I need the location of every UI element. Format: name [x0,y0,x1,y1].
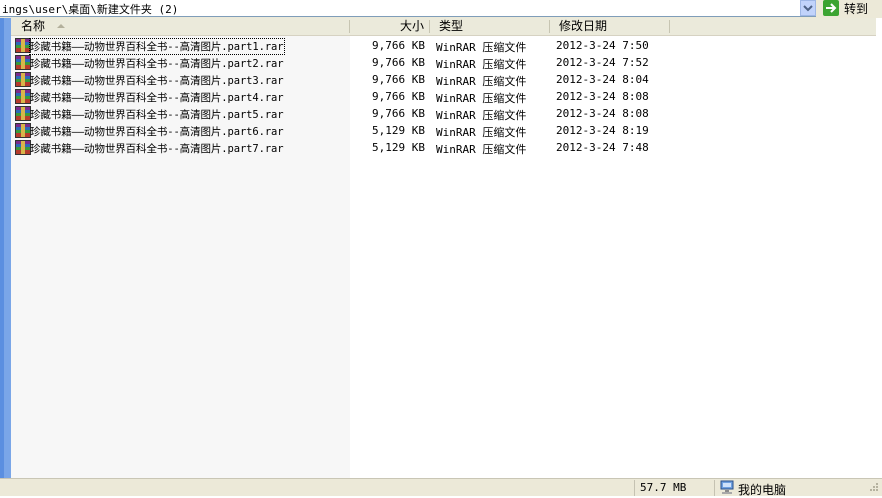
winrar-archive-icon [15,123,31,139]
file-name[interactable]: 珍藏书籍——动物世界百科全书--高清图片.part2.rar [30,56,284,71]
go-button[interactable]: 转到 [820,0,882,17]
file-type: WinRAR 压缩文件 [436,109,527,122]
file-row[interactable]: 珍藏书籍——动物世界百科全书--高清图片.part7.rar 5,129 KB … [11,140,671,157]
status-total-size: 57.7 MB [640,481,687,494]
file-size: 9,766 KB [372,73,425,86]
file-size: 9,766 KB [372,90,425,103]
file-type: WinRAR 压缩文件 [436,75,527,88]
column-divider[interactable] [669,20,670,33]
file-size: 9,766 KB [372,56,425,69]
column-header-modified[interactable]: 修改日期 [559,18,607,35]
file-type: WinRAR 压缩文件 [436,92,527,105]
file-modified: 2012-3-24 8:04 [556,73,649,86]
winrar-archive-icon [15,72,31,88]
column-header-type[interactable]: 类型 [439,18,463,35]
go-arrow-icon [823,0,839,16]
file-modified: 2012-3-24 7:48 [556,141,649,154]
file-name[interactable]: 珍藏书籍——动物世界百科全书--高清图片.part4.rar [30,90,284,105]
my-computer-icon [720,480,734,494]
list-header: 名称 大小 类型 修改日期 [11,18,882,36]
winrar-archive-icon [15,106,31,122]
file-type: WinRAR 压缩文件 [436,58,527,71]
file-row[interactable]: 珍藏书籍——动物世界百科全书--高清图片.part6.rar 5,129 KB … [11,123,671,140]
file-size: 9,766 KB [372,39,425,52]
file-row[interactable]: 珍藏书籍——动物世界百科全书--高清图片.part4.rar 9,766 KB … [11,89,671,106]
file-name[interactable]: 珍藏书籍——动物世界百科全书--高清图片.part6.rar [30,124,284,139]
file-row[interactable]: 珍藏书籍——动物世界百科全书--高清图片.part2.rar 9,766 KB … [11,55,671,72]
winrar-archive-icon [15,38,31,54]
status-location: 我的电脑 [738,483,787,497]
column-divider[interactable] [549,20,550,33]
winrar-archive-icon [15,55,31,71]
file-name[interactable]: 珍藏书籍——动物世界百科全书--高清图片.part5.rar [30,107,284,122]
resize-grip-icon[interactable] [866,481,880,495]
column-header-size[interactable]: 大小 [400,18,424,35]
column-divider[interactable] [429,20,430,33]
status-bar: 57.7 MB 我的电脑 [0,478,882,497]
address-bar: ings\user\桌面\新建文件夹 (2) 转到 [0,0,882,18]
address-path[interactable]: ings\user\桌面\新建文件夹 (2) [2,1,178,17]
file-modified: 2012-3-24 7:52 [556,56,649,69]
address-input[interactable]: ings\user\桌面\新建文件夹 (2) [0,0,816,17]
file-list: 名称 大小 类型 修改日期 珍藏书籍——动物世界百科全书--高清图片.part1… [11,18,882,478]
go-label: 转到 [844,2,869,16]
file-name[interactable]: 珍藏书籍——动物世界百科全书--高清图片.part7.rar [30,141,284,156]
scrollbar-edge[interactable] [876,18,882,478]
file-row[interactable]: 珍藏书籍——动物世界百科全书--高清图片.part3.rar 9,766 KB … [11,72,671,89]
status-pane-location [714,480,864,496]
file-modified: 2012-3-24 8:08 [556,107,649,120]
file-type: WinRAR 压缩文件 [436,41,527,54]
file-name[interactable]: 珍藏书籍——动物世界百科全书--高清图片.part3.rar [30,73,284,88]
file-size: 5,129 KB [372,124,425,137]
file-type: WinRAR 压缩文件 [436,126,527,139]
file-name[interactable]: 珍藏书籍——动物世界百科全书--高清图片.part1.rar [29,38,285,55]
file-type: WinRAR 压缩文件 [436,143,527,156]
sort-ascending-icon [57,24,65,28]
address-dropdown-button[interactable] [800,0,816,16]
file-row[interactable]: 珍藏书籍——动物世界百科全书--高清图片.part5.rar 9,766 KB … [11,106,671,123]
file-size: 9,766 KB [372,107,425,120]
column-header-name[interactable]: 名称 [21,18,45,35]
file-modified: 2012-3-24 7:50 [556,39,649,52]
left-pane-edge-dark [0,18,4,478]
winrar-archive-icon [15,89,31,105]
file-modified: 2012-3-24 8:08 [556,90,649,103]
file-size: 5,129 KB [372,141,425,154]
chevron-down-icon [803,5,813,12]
file-row[interactable]: 珍藏书籍——动物世界百科全书--高清图片.part1.rar 9,766 KB … [11,38,671,55]
winrar-archive-icon [15,140,31,156]
column-divider[interactable] [349,20,350,33]
file-modified: 2012-3-24 8:19 [556,124,649,137]
